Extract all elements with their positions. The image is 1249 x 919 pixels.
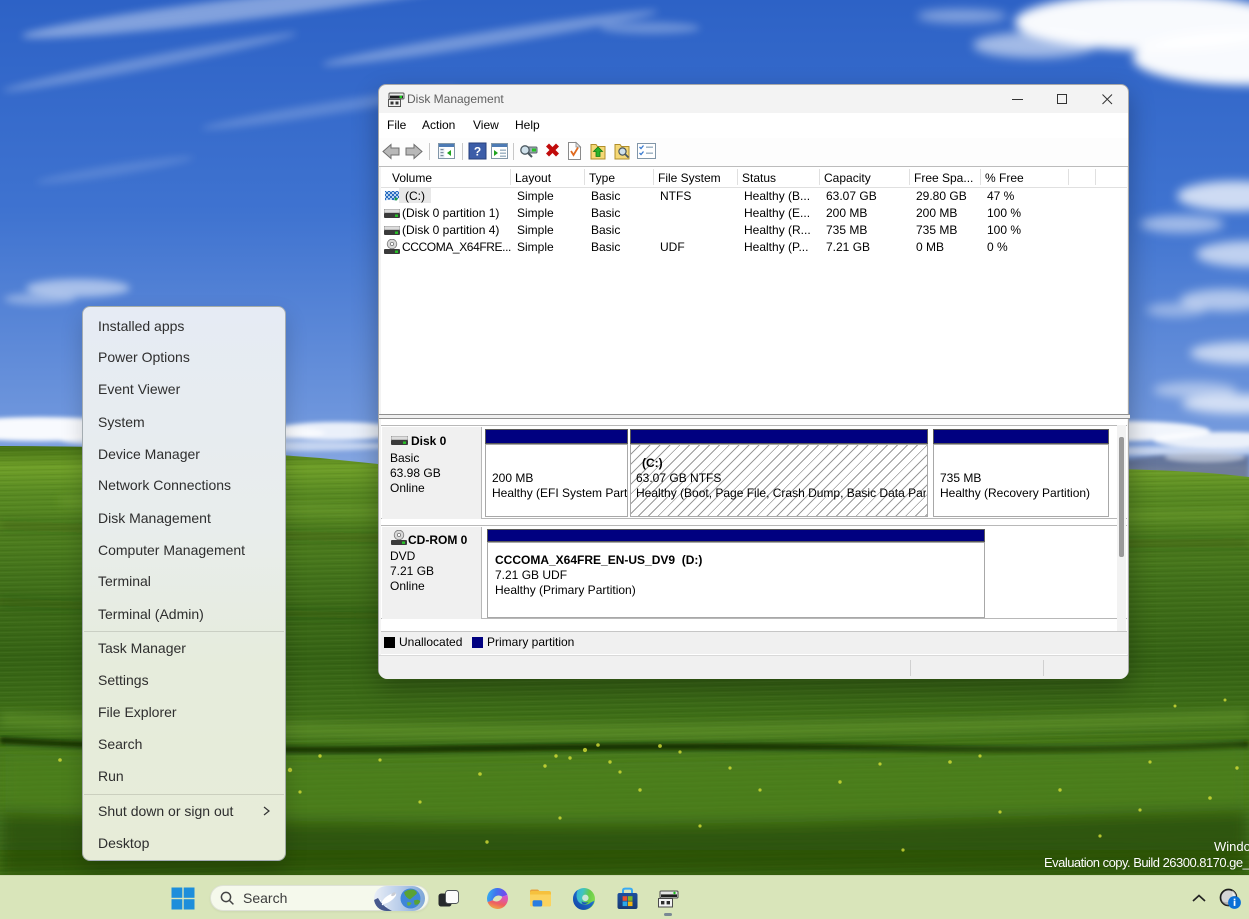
svg-text:?: ?: [474, 145, 481, 159]
